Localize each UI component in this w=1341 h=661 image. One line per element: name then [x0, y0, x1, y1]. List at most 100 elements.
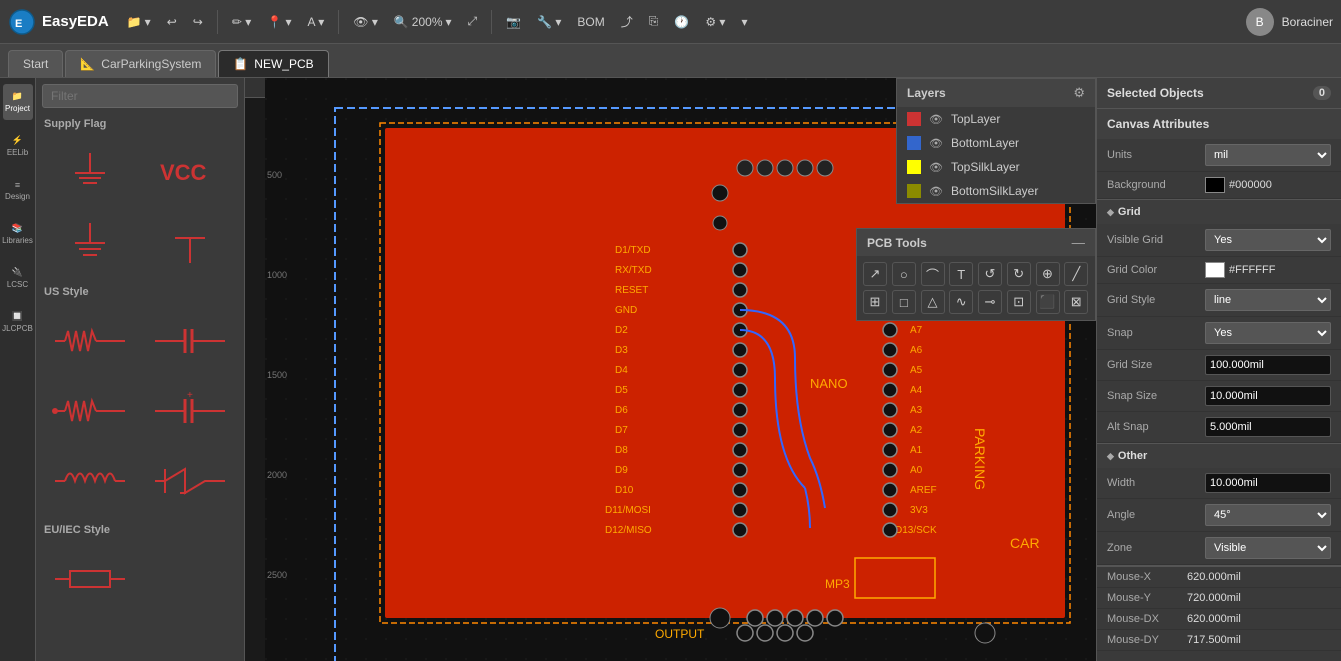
- list-item[interactable]: [44, 142, 136, 204]
- settings-menu-btn[interactable]: ⚙ ▾: [699, 11, 731, 33]
- app-name: EasyEDA: [42, 13, 109, 30]
- layers-settings-btn[interactable]: ⚙: [1073, 85, 1085, 101]
- svg-text:A1: A1: [910, 445, 923, 456]
- layer-item-bottomlayer[interactable]: 👁 BottomLayer: [897, 131, 1095, 155]
- text-menu-btn[interactable]: A ▾: [302, 11, 331, 33]
- share-btn[interactable]: ⎘: [643, 10, 665, 33]
- layer-item-topsilk[interactable]: 👁 TopSilkLayer: [897, 155, 1095, 179]
- pcb-tool-rotate-ccw[interactable]: ↺: [978, 262, 1002, 286]
- place-menu-btn[interactable]: 📍 ▾: [261, 11, 297, 33]
- gnd-symbol: [50, 148, 130, 198]
- pcb-tool-rect[interactable]: □: [892, 290, 916, 314]
- tab-start[interactable]: Start: [8, 50, 63, 77]
- sidebar-jlcpcb-btn[interactable]: 🔲 JLCPCB: [3, 304, 33, 340]
- tab-new-pcb[interactable]: 📋 NEW_PCB: [218, 50, 328, 77]
- vcc-symbol: VCC: [150, 148, 230, 198]
- sidebar-lcsc-btn[interactable]: 🔌 LCSC: [3, 260, 33, 296]
- export-btn[interactable]: ⤴: [615, 9, 639, 34]
- undo-btn[interactable]: ↩: [161, 11, 183, 33]
- more-btn[interactable]: ▾: [735, 11, 753, 33]
- alt-snap-input[interactable]: [1205, 417, 1331, 437]
- svg-text:A0: A0: [910, 465, 923, 476]
- pcb-tool-3d[interactable]: ⬛: [1036, 290, 1060, 314]
- avatar[interactable]: B: [1246, 8, 1274, 36]
- list-item[interactable]: VCC: [144, 142, 236, 204]
- sidebar-libraries-btn[interactable]: 📚 Libraries: [3, 216, 33, 252]
- bom-btn[interactable]: BOM: [571, 11, 610, 33]
- bottomsilk-visibility-icon[interactable]: 👁: [929, 185, 943, 198]
- angle-select[interactable]: 0° 45° 90° 180°: [1205, 504, 1331, 526]
- snap-size-input[interactable]: [1205, 386, 1331, 406]
- canvas-content[interactable]: INPUT D1/TXD RX/TXD RESET GND D2: [265, 78, 1096, 661]
- grid-style-select[interactable]: line dot: [1205, 289, 1331, 311]
- layer-item-toplayer[interactable]: 👁 TopLayer: [897, 107, 1095, 131]
- list-item[interactable]: [144, 310, 236, 372]
- pcb-tool-line[interactable]: ╱: [1064, 262, 1088, 286]
- pcb-tool-arc[interactable]: ⌒: [921, 262, 945, 286]
- list-item[interactable]: [144, 450, 236, 512]
- sidebar-project-btn[interactable]: 📁 Project: [3, 84, 33, 120]
- pcb-tool-via[interactable]: ⊕: [1036, 262, 1060, 286]
- visible-grid-select[interactable]: Yes No: [1205, 229, 1331, 251]
- screenshot-btn[interactable]: 📷: [500, 11, 527, 33]
- background-value[interactable]: #000000: [1205, 177, 1331, 193]
- pcb-tool-cutout[interactable]: ⊡: [1007, 290, 1031, 314]
- background-color-swatch[interactable]: [1205, 177, 1225, 193]
- units-row: Units mil mm inch: [1097, 139, 1341, 172]
- list-item[interactable]: +: [144, 380, 236, 442]
- fit-btn[interactable]: ⤢: [462, 10, 484, 33]
- snap-select[interactable]: Yes No: [1205, 322, 1331, 344]
- gnd2-symbol: [50, 218, 130, 268]
- filter-input[interactable]: [42, 84, 238, 108]
- grid-color-swatch[interactable]: [1205, 262, 1225, 278]
- tools-menu-btn[interactable]: 🔧 ▾: [531, 11, 567, 33]
- list-item[interactable]: [44, 450, 136, 512]
- topsilk-visibility-icon[interactable]: 👁: [929, 161, 943, 174]
- bottomlayer-visibility-icon[interactable]: 👁: [929, 137, 943, 150]
- sidebar-design-manager-btn[interactable]: ≡ Design: [3, 172, 33, 208]
- pcb-tool-copper[interactable]: ∿: [949, 290, 973, 314]
- view-menu-btn[interactable]: 👁 ▾: [347, 11, 384, 33]
- tab-carparkingsystem[interactable]: 📐 CarParkingSystem: [65, 50, 216, 77]
- libraries-icon: 📚: [12, 223, 23, 234]
- grid-size-input[interactable]: [1205, 355, 1331, 375]
- list-item[interactable]: [144, 212, 236, 274]
- svg-text:D5: D5: [615, 385, 628, 396]
- alt-snap-label: Alt Snap: [1107, 421, 1197, 433]
- list-item[interactable]: [44, 548, 136, 610]
- zone-select[interactable]: Visible Hidden: [1205, 537, 1331, 559]
- resistor-us-symbol: [50, 316, 130, 366]
- pcb-tool-text[interactable]: T: [949, 262, 973, 286]
- units-select[interactable]: mil mm inch: [1205, 144, 1331, 166]
- canvas-area[interactable]: -500 -250 0 500 1000 1500 2000 2500 3000: [245, 78, 1096, 661]
- draw-menu-btn[interactable]: ✏ ▾: [226, 11, 257, 33]
- list-item[interactable]: [44, 212, 136, 274]
- pcb-tool-keepout[interactable]: ⊠: [1064, 290, 1088, 314]
- zoom-btn[interactable]: 🔍 200% ▾: [388, 11, 458, 33]
- file-menu-btn[interactable]: 📁 ▾: [121, 11, 157, 33]
- width-input[interactable]: [1205, 473, 1331, 493]
- grid-style-label: Grid Style: [1107, 294, 1197, 306]
- pcb-tool-measure[interactable]: ⊸: [978, 290, 1002, 314]
- pcb-tool-route[interactable]: ↗: [863, 262, 887, 286]
- units-value[interactable]: mil mm inch: [1205, 144, 1331, 166]
- svg-text:A3: A3: [910, 405, 923, 416]
- list-item[interactable]: [44, 380, 136, 442]
- pcb-tool-pad[interactable]: ⊞: [863, 290, 887, 314]
- list-item[interactable]: [44, 310, 136, 372]
- pcb-tool-rotate-cw[interactable]: ↻: [1007, 262, 1031, 286]
- redo-btn[interactable]: ↪: [187, 11, 209, 33]
- bottomlayer-color: [907, 136, 921, 150]
- layer-item-bottomsilk[interactable]: 👁 BottomSilkLayer: [897, 179, 1095, 203]
- svg-text:3V3: 3V3: [910, 505, 928, 516]
- sidebar-eelib-btn[interactable]: ⚡ EELib: [3, 128, 33, 164]
- toplayer-visibility-icon[interactable]: 👁: [929, 113, 943, 126]
- grid-size-label: Grid Size: [1107, 359, 1197, 371]
- main-area: 📁 Project ⚡ EELib ≡ Design 📚 Libraries 🔌: [0, 78, 1341, 661]
- pcb-tool-circle[interactable]: ○: [892, 262, 916, 286]
- pcb-tool-polygon[interactable]: △: [921, 290, 945, 314]
- pcb-tools-minimize-btn[interactable]: —: [1072, 235, 1085, 250]
- app-logo[interactable]: E EasyEDA: [8, 8, 109, 36]
- snap-size-label: Snap Size: [1107, 390, 1197, 402]
- history-btn[interactable]: 🕐: [668, 11, 695, 33]
